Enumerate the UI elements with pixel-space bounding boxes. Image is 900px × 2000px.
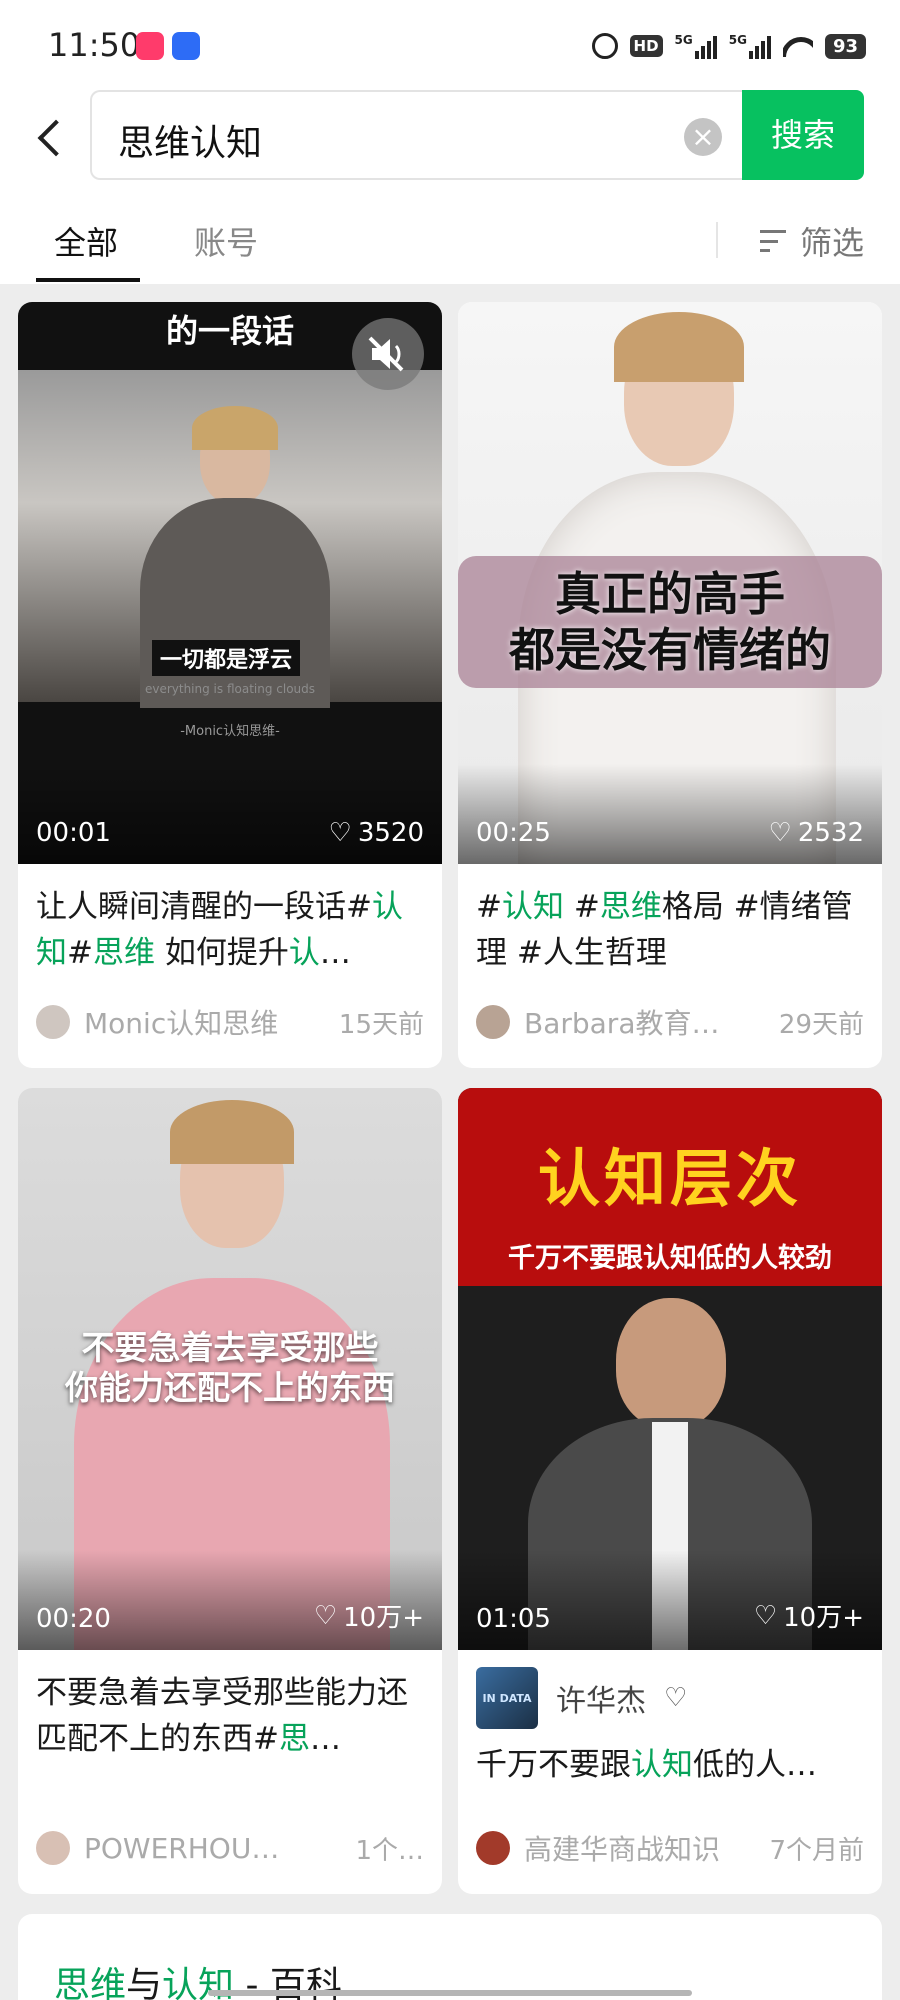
- divider: [716, 222, 718, 258]
- video-duration: 00:25: [476, 818, 551, 848]
- post-time: 7个月前: [769, 1835, 864, 1866]
- thumbnail-caption: 真正的高手 都是没有情绪的: [509, 567, 831, 677]
- tab-accounts[interactable]: 账号: [194, 218, 258, 264]
- thumbnail-shade: [18, 764, 442, 864]
- author-avatar[interactable]: [36, 1005, 70, 1039]
- back-arrow-icon: [37, 119, 75, 157]
- thumbnail-subtitle: 千万不要跟认知低的人较劲: [508, 1243, 832, 1274]
- result-title[interactable]: 千万不要跟认知低的人…: [476, 1742, 864, 1788]
- post-time: 15天前: [338, 1009, 424, 1040]
- result-meta: Barbara教育… 29天前: [476, 1002, 864, 1042]
- encyclopedia-card[interactable]: 思维与认知 - 百科: [18, 1914, 882, 2000]
- result-meta: Monic认知思维 15天前: [36, 1002, 424, 1042]
- result-card[interactable]: 的一段话 一切都是浮云 everything is floating cloud…: [18, 302, 442, 1068]
- result-title[interactable]: 不要急着去享受那些能力还匹配不上的东西#思…: [36, 1670, 424, 1762]
- post-time: 1个…: [355, 1835, 424, 1866]
- author-avatar[interactable]: [476, 1831, 510, 1865]
- author-name[interactable]: 高建华商战知识: [524, 1828, 759, 1868]
- like-count: ♡ 10万+: [313, 1600, 424, 1634]
- thumbnail-shade: [458, 764, 882, 864]
- person-head: [616, 1298, 726, 1428]
- heart-icon: ♡: [328, 818, 352, 848]
- thumbnail-subcaption: everything is floating clouds: [144, 682, 316, 696]
- search-header: 思维认知 × 搜索: [0, 90, 900, 190]
- like-count: ♡ 2532: [768, 818, 864, 848]
- video-thumbnail[interactable]: 真正的高手 都是没有情绪的 00:25 ♡ 2532: [458, 302, 882, 864]
- filter-label: 筛选: [799, 224, 864, 262]
- cellular-signal-icon: 5G: [675, 33, 717, 59]
- thumbnail-title: 认知层次: [537, 1142, 802, 1215]
- notification-app-icon-2: [172, 32, 200, 60]
- hair: [192, 406, 278, 450]
- post-time: 29天前: [778, 1009, 864, 1040]
- tab-all[interactable]: 全部: [54, 218, 118, 264]
- back-button[interactable]: [22, 110, 78, 166]
- result-meta: POWERHOU… 1个…: [36, 1828, 424, 1868]
- video-thumbnail[interactable]: 认知层次 千万不要跟认知低的人较劲 01:05 ♡ 10万+: [458, 1088, 882, 1650]
- status-bar: 11:50 HD 5G 5G 93: [0, 0, 900, 90]
- video-thumbnail[interactable]: 不要急着去享受那些 你能力还配不上的东西 00:20 ♡ 10万+: [18, 1088, 442, 1650]
- mute-icon: [368, 336, 404, 372]
- notification-app-icon: [136, 32, 164, 60]
- filter-icon: [759, 230, 786, 252]
- heart-icon: ♡: [313, 1600, 338, 1631]
- search-query: 思维认知: [118, 123, 263, 164]
- thumbnail-watermark: -Monic认知思维-: [180, 724, 280, 739]
- like-count: ♡ 10万+: [753, 1600, 864, 1634]
- result-card[interactable]: 不要急着去享受那些 你能力还配不上的东西 00:20 ♡ 10万+ 不要急着去享受…: [18, 1088, 442, 1894]
- clear-icon[interactable]: ×: [684, 118, 722, 156]
- heart-icon: ♡: [768, 818, 792, 848]
- author-name[interactable]: Monic认知思维: [84, 1002, 329, 1042]
- result-tabs: 全部 账号 筛选: [0, 190, 900, 284]
- status-indicators: HD 5G 5G 93: [591, 28, 866, 64]
- video-thumbnail[interactable]: 的一段话 一切都是浮云 everything is floating cloud…: [18, 302, 442, 864]
- heart-icon[interactable]: ♡: [664, 1683, 687, 1713]
- heart-icon: ♡: [753, 1600, 778, 1631]
- thumbnail-caption: 不要急着去享受那些 你能力还配不上的东西: [65, 1328, 395, 1407]
- author-name[interactable]: Barbara教育…: [524, 1002, 769, 1042]
- result-title[interactable]: 让人瞬间清醒的一段话#认知#思维 如何提升认…: [36, 884, 424, 976]
- cellular-signal-icon-2: 5G: [729, 33, 771, 59]
- account-name: 许华杰: [556, 1684, 646, 1719]
- author-name[interactable]: POWERHOU…: [84, 1832, 345, 1865]
- person-body: [140, 498, 330, 708]
- like-count: ♡ 3520: [328, 818, 424, 848]
- mute-button[interactable]: [352, 318, 424, 390]
- thumbnail-caption: 一切都是浮云: [152, 640, 301, 676]
- video-duration: 00:20: [36, 1604, 111, 1634]
- author-avatar[interactable]: [476, 1005, 510, 1039]
- result-title[interactable]: #认知 #思维格局 #情绪管理 #人生哲理: [476, 884, 864, 976]
- result-meta: 高建华商战知识 7个月前: [476, 1828, 864, 1868]
- alarm-icon: [591, 33, 618, 59]
- active-tab-indicator: [36, 278, 140, 282]
- search-button[interactable]: 搜索: [742, 90, 864, 180]
- hair: [614, 312, 744, 382]
- video-duration: 01:05: [476, 1604, 551, 1634]
- account-logo: IN DATA: [476, 1667, 538, 1729]
- home-indicator[interactable]: [208, 1990, 692, 1996]
- result-card[interactable]: 认知层次 千万不要跟认知低的人较劲 01:05 ♡ 10万+ IN DATA 许华…: [458, 1088, 882, 1894]
- author-avatar[interactable]: [36, 1831, 70, 1865]
- result-card[interactable]: 真正的高手 都是没有情绪的 00:25 ♡ 2532 #认知 #思维格局 #情绪管…: [458, 302, 882, 1068]
- status-time: 11:50: [48, 26, 141, 64]
- wifi-icon: [783, 35, 813, 57]
- account-row[interactable]: IN DATA 许华杰 ♡: [476, 1666, 687, 1730]
- search-input[interactable]: 思维认知 ×: [90, 90, 746, 180]
- filter-button[interactable]: 筛选: [759, 218, 864, 264]
- hair: [170, 1100, 294, 1164]
- hd-icon: HD: [629, 35, 663, 57]
- battery-level: 93: [824, 33, 866, 59]
- video-duration: 00:01: [36, 818, 111, 848]
